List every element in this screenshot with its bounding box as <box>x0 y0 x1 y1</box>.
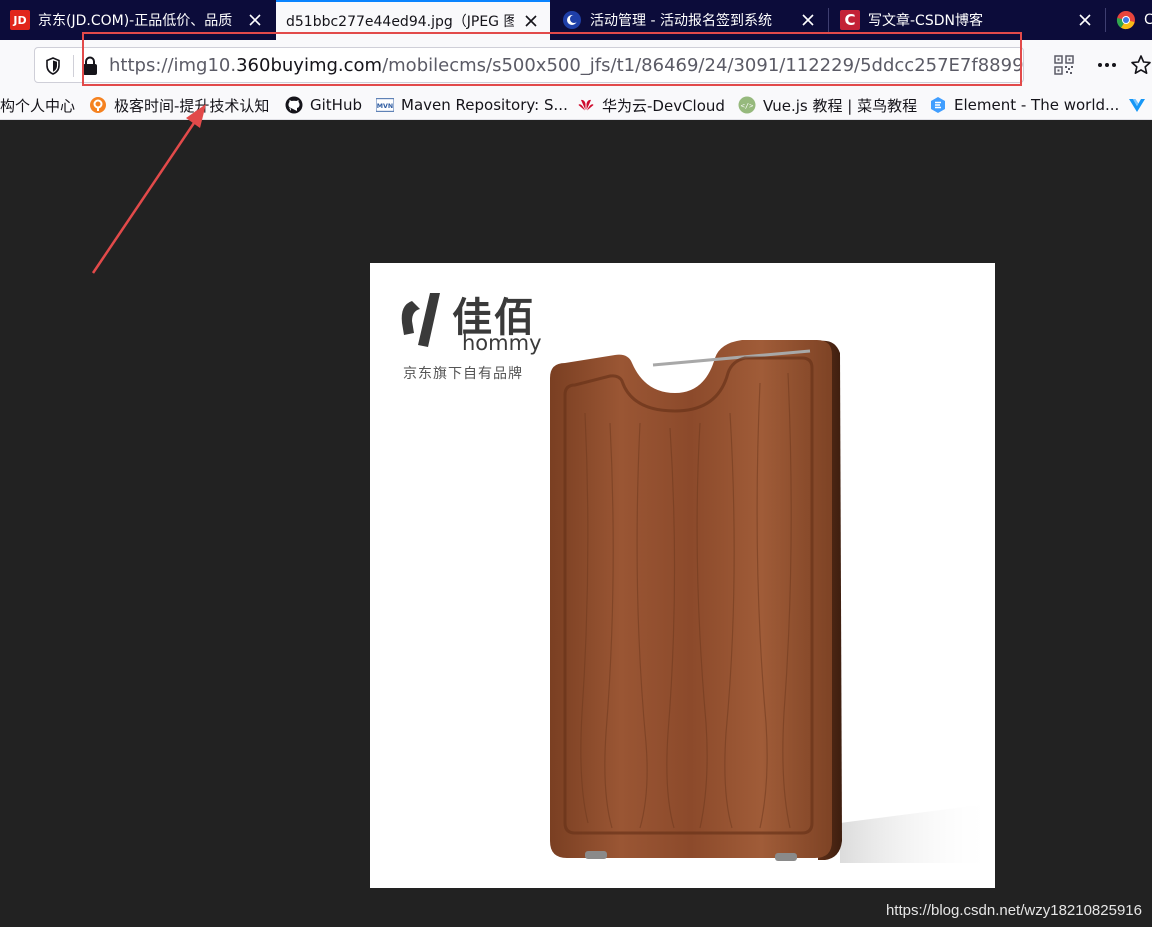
url-prefix: https://img10. <box>109 55 237 76</box>
bookmark-personal-center[interactable]: 构个人中心 <box>0 94 75 116</box>
tab-title: 京东(JD.COM)-正品低价、品质 <box>38 13 233 29</box>
tab-title: C <box>1144 12 1152 28</box>
close-icon[interactable] <box>246 11 264 29</box>
svg-text:MVN: MVN <box>377 103 393 110</box>
tab-activity[interactable]: 活动管理 - 活动报名签到系统 <box>552 0 827 40</box>
url-path: /mobilecms/s500x500_jfs/t1/86469/24/3091… <box>382 55 1023 76</box>
close-icon[interactable] <box>522 12 540 30</box>
tab-jd[interactable]: JD 京东(JD.COM)-正品低价、品质 <box>0 0 274 40</box>
vuetify-icon <box>1128 96 1146 114</box>
url-text[interactable]: https://img10.360buyimg.com/mobilecms/s5… <box>109 55 1023 77</box>
tab-chrome[interactable]: C <box>1106 0 1152 40</box>
bookmarks-toolbar: 构个人中心 极客时间-提升技术认知 GitHub MVN Maven Repos… <box>0 90 1152 120</box>
huawei-icon <box>577 96 595 114</box>
hommy-logo-icon <box>401 293 440 347</box>
url-host: 360buyimg.com <box>236 55 383 76</box>
maven-icon: MVN <box>376 96 394 114</box>
csdn-logo-icon: C <box>840 10 860 30</box>
brand-name-en: hommy <box>462 331 542 355</box>
close-icon[interactable] <box>1076 11 1094 29</box>
tab-strip: JD 京东(JD.COM)-正品低价、品质 d51bbc277e44ed94.j… <box>0 0 1152 40</box>
tab-title: 活动管理 - 活动报名签到系统 <box>590 13 772 29</box>
shield-icon[interactable] <box>43 56 63 76</box>
bookmark-maven[interactable]: MVN Maven Repository: S... <box>376 94 568 116</box>
cutting-board-photo <box>401 293 995 863</box>
lock-icon[interactable] <box>81 56 99 76</box>
bookmark-github[interactable]: GitHub <box>285 94 362 116</box>
bookmark-element[interactable]: Element - The world... <box>929 94 1119 116</box>
qr-code-icon[interactable] <box>1053 54 1075 76</box>
jd-logo-icon: JD <box>10 10 30 30</box>
bookmark-runoob[interactable]: </> Vue.js 教程 | 菜鸟教程 <box>738 94 917 116</box>
brand-tagline: 京东旗下自有品牌 <box>403 366 523 382</box>
moon-logo-icon <box>562 10 582 30</box>
svg-text:</>: </> <box>741 102 754 110</box>
divider <box>73 55 74 77</box>
bookmark-label: Vue.js 教程 | 菜鸟教程 <box>763 96 918 115</box>
more-actions-icon[interactable] <box>1096 54 1118 76</box>
bookmark-label: 构个人中心 <box>0 96 76 115</box>
close-icon[interactable] <box>799 11 817 29</box>
bookmark-label: Element - The world... <box>954 96 1120 114</box>
product-image: 佳佰 hommy 京东旗下自有品牌 <box>370 263 995 888</box>
bookmark-geektime[interactable]: 极客时间-提升技术认知 <box>89 94 269 116</box>
watermark: https://blog.csdn.net/wzy18210825916 <box>885 902 1142 919</box>
tab-image[interactable]: d51bbc277e44ed94.jpg（JPEG 图 <box>276 0 550 40</box>
bookmark-huawei[interactable]: 华为云-DevCloud <box>577 94 725 116</box>
runoob-icon: </> <box>738 96 756 114</box>
bookmark-label: GitHub <box>310 96 362 114</box>
star-icon[interactable] <box>1130 54 1152 76</box>
tab-separator <box>828 8 829 32</box>
bookmark-vuetify[interactable] <box>1128 94 1152 116</box>
address-bar[interactable]: https://img10.360buyimg.com/mobilecms/s5… <box>34 47 1024 83</box>
bookmark-label: 华为云-DevCloud <box>602 96 725 115</box>
navigation-toolbar: https://img10.360buyimg.com/mobilecms/s5… <box>0 40 1152 90</box>
geektime-icon <box>89 96 107 114</box>
bookmark-label: 极客时间-提升技术认知 <box>114 96 270 115</box>
tab-csdn[interactable]: C 写文章-CSDN博客 <box>830 0 1104 40</box>
bookmark-label: Maven Repository: S... <box>401 96 568 114</box>
element-icon <box>929 96 947 114</box>
tab-title: 写文章-CSDN博客 <box>868 13 983 29</box>
github-icon <box>285 96 303 114</box>
chrome-logo-icon <box>1116 10 1136 30</box>
tab-title: d51bbc277e44ed94.jpg（JPEG 图 <box>286 14 514 30</box>
